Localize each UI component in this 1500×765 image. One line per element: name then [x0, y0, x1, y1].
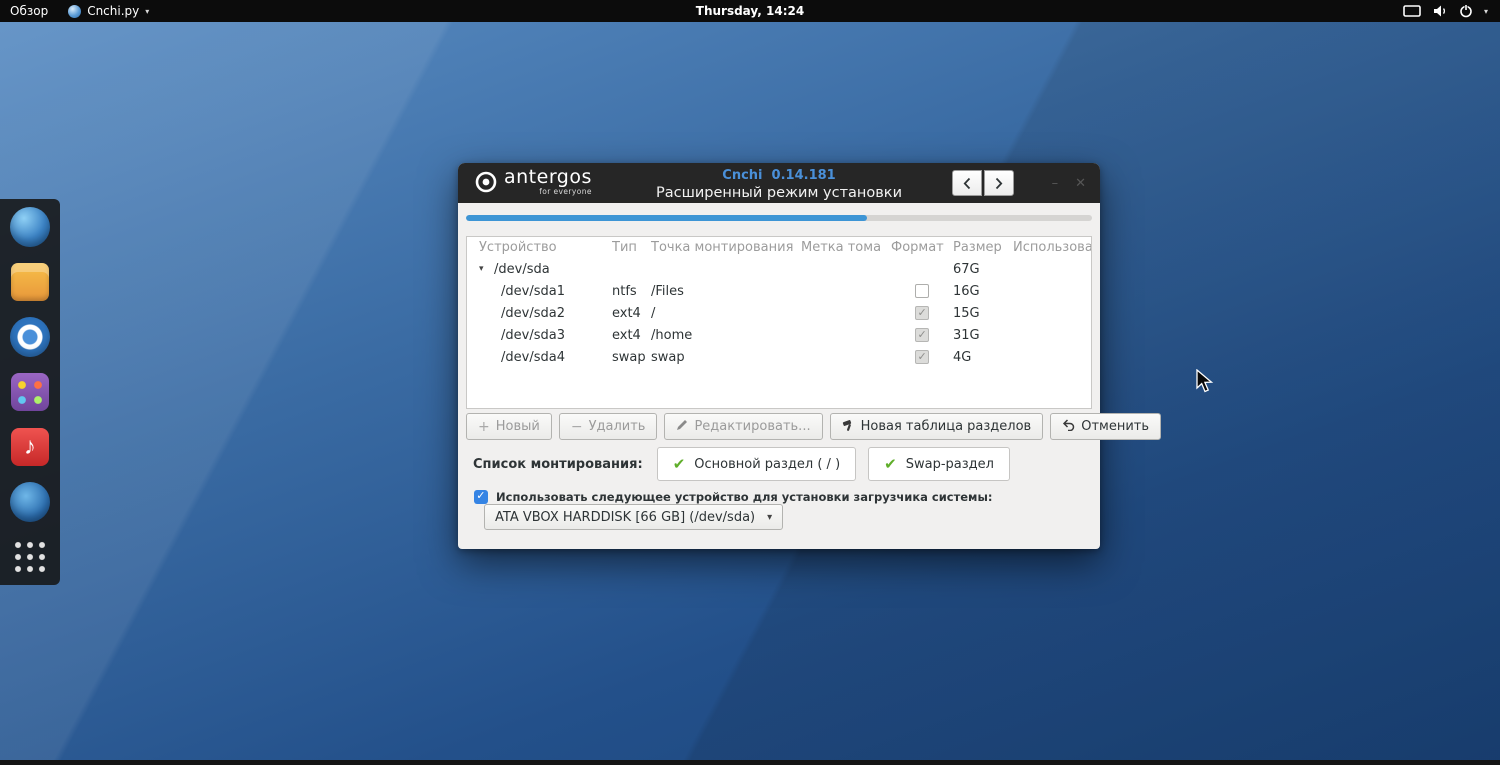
- partition-table: Устройство Тип Точка монтирования Метка …: [466, 236, 1092, 409]
- chevron-down-icon: ▾: [1483, 6, 1488, 16]
- edit-partition-button[interactable]: Редактировать...: [664, 413, 823, 440]
- col-label[interactable]: Метка тома: [801, 240, 891, 255]
- clock[interactable]: Thursday, 14:24: [696, 0, 804, 22]
- mouse-cursor: [1196, 369, 1214, 393]
- check-icon: ✔: [884, 455, 897, 473]
- bootloader-checkbox[interactable]: [474, 489, 488, 504]
- dock: [0, 199, 60, 585]
- device-name: /dev/sda4: [501, 349, 565, 365]
- expander-icon[interactable]: ▾: [479, 264, 489, 274]
- dock-item-software[interactable]: [6, 368, 54, 416]
- mount-list: Список монтирования: ✔ Основной раздел ( …: [473, 446, 1010, 482]
- device-name: /dev/sda3: [501, 327, 565, 343]
- window-title: Cnchi 0.14.181: [722, 168, 836, 183]
- mount-badge[interactable]: ✔ Основной раздел ( / ): [656, 447, 857, 481]
- format-checkbox: [915, 350, 929, 364]
- brand-name: antergos: [504, 166, 592, 188]
- mount-list-label: Список монтирования:: [473, 456, 643, 472]
- partition-row[interactable]: /dev/sda4swapswap4G: [467, 346, 1091, 368]
- bootloader-row: Использовать следующее устройство для ус…: [474, 489, 993, 504]
- dock-item-browser[interactable]: [6, 203, 54, 251]
- back-button[interactable]: [952, 170, 982, 196]
- table-header-row: Устройство Тип Точка монтирования Метка …: [467, 237, 1091, 258]
- plus-icon: +: [478, 418, 490, 435]
- undo-icon: [1062, 419, 1075, 434]
- edit-icon: [676, 419, 688, 434]
- partition-row[interactable]: /dev/sda2ext4/15G: [467, 302, 1091, 324]
- activities-label: Обзор: [10, 4, 49, 18]
- files-icon: [11, 262, 49, 301]
- globe-icon: [10, 206, 50, 247]
- new-partition-button[interactable]: + Новый: [466, 413, 552, 440]
- top-bar: Обзор Cnchi.py ▾ Thursday, 14:24 ▾: [0, 0, 1500, 22]
- mount-badge-label: Swap-раздел: [905, 456, 994, 472]
- window-header: antergos for everyone Cnchi 0.14.181 Рас…: [458, 163, 1100, 203]
- desktop: Обзор Cnchi.py ▾ Thursday, 14:24 ▾ ♪ ant…: [0, 0, 1500, 765]
- bootloader-device-select[interactable]: ATA VBOX HARDDISK [66 GB] (/dev/sda) ▾: [484, 504, 784, 530]
- app-icon: [68, 4, 82, 18]
- mount-badges: ✔ Основной раздел ( / ) ✔ Swap-раздел: [656, 447, 1010, 481]
- progress-bar: [466, 215, 1092, 221]
- system-menu[interactable]: ▾: [1391, 0, 1500, 22]
- new-partition-table-button[interactable]: Новая таблица разделов: [829, 413, 1044, 440]
- antergos-logo: antergos for everyone: [474, 168, 592, 196]
- delete-partition-button[interactable]: − Удалить: [558, 413, 658, 440]
- apps-grid-icon: [12, 539, 48, 576]
- dock-item-files[interactable]: [6, 258, 54, 306]
- antergos-logo-icon: [475, 171, 497, 193]
- bootloader-device-value: ATA VBOX HARDDISK [66 GB] (/dev/sda): [495, 509, 756, 525]
- bottom-edge: [0, 760, 1500, 765]
- col-type[interactable]: Тип: [612, 240, 651, 255]
- partition-actions: + Новый − Удалить Редактировать... Новая…: [466, 413, 1162, 440]
- format-checkbox: [915, 306, 929, 320]
- format-checkbox: [915, 328, 929, 342]
- col-format[interactable]: Формат: [891, 240, 953, 255]
- mount-badge[interactable]: ✔ Swap-раздел: [868, 447, 1010, 481]
- partition-row[interactable]: ▾/dev/sda 67G: [467, 258, 1091, 280]
- cnchi-window: antergos for everyone Cnchi 0.14.181 Рас…: [458, 163, 1162, 549]
- minimize-button[interactable]: –: [1052, 176, 1059, 191]
- minus-icon: −: [570, 418, 583, 435]
- col-used[interactable]: Использовано: [1013, 240, 1091, 255]
- dock-item-chromium[interactable]: [6, 313, 54, 361]
- globe2-icon: [10, 482, 50, 523]
- progress-fill: [466, 215, 867, 221]
- brand-tagline: for everyone: [539, 187, 592, 196]
- dock-item-music[interactable]: [6, 423, 54, 471]
- music-note-icon: [11, 428, 49, 467]
- device-name: /dev/sda: [494, 261, 550, 277]
- volume-icon: [1432, 4, 1448, 18]
- device-name: /dev/sda1: [501, 283, 565, 299]
- check-icon: ✔: [672, 455, 686, 473]
- activities-button[interactable]: Обзор: [0, 0, 58, 22]
- window-subtitle: Расширенный режим установки: [656, 185, 902, 202]
- mount-badge-label: Основной раздел ( / ): [694, 456, 841, 472]
- forward-button[interactable]: [984, 170, 1014, 196]
- partition-row[interactable]: /dev/sda1 ntfs/Files 16G: [467, 280, 1091, 302]
- col-device[interactable]: Устройство: [479, 240, 612, 255]
- power-icon: [1459, 4, 1473, 18]
- close-button[interactable]: ✕: [1075, 176, 1086, 191]
- dock-item-web[interactable]: [6, 478, 54, 526]
- format-checkbox[interactable]: [915, 284, 929, 298]
- chevron-down-icon: ▾: [145, 6, 150, 16]
- device-name: /dev/sda2: [501, 305, 565, 321]
- chromium-icon: [10, 316, 50, 357]
- col-size[interactable]: Размер: [953, 240, 1013, 255]
- col-mount[interactable]: Точка монтирования: [651, 240, 801, 255]
- hammer-icon: [842, 419, 855, 435]
- partition-row[interactable]: /dev/sda3ext4/home31G: [467, 324, 1091, 346]
- bootloader-label: Использовать следующее устройство для ус…: [496, 490, 993, 504]
- undo-button[interactable]: Отменить: [1050, 413, 1162, 440]
- partition-table-body: ▾/dev/sda 67G/dev/sda1 ntfs/Files 16G/dev/s…: [467, 258, 1091, 368]
- dock-item-show-apps[interactable]: [6, 533, 54, 581]
- screen-icon: [1403, 4, 1421, 18]
- app-name: Cnchi.py: [87, 4, 140, 18]
- focused-app-menu[interactable]: Cnchi.py ▾: [58, 0, 159, 22]
- software-icon: [11, 372, 49, 411]
- chevron-down-icon: ▾: [767, 511, 773, 523]
